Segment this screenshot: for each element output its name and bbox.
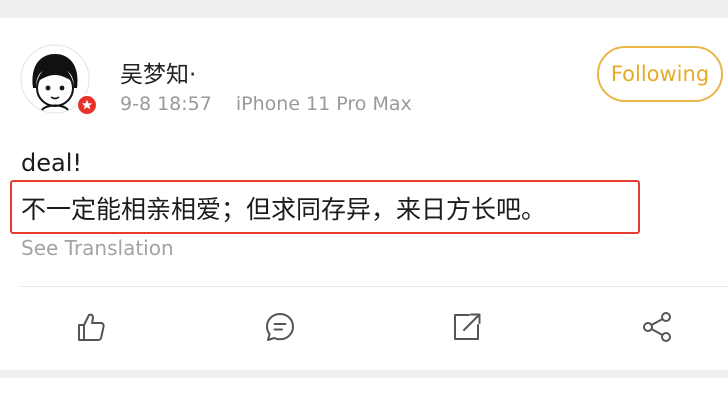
comment-icon[interactable]: [261, 308, 299, 346]
next-post-card: [0, 378, 728, 400]
following-button[interactable]: Following: [597, 46, 723, 102]
divider: [20, 286, 728, 287]
post-text-line2: 不一定能相亲相爱；但求同存异，来日方长吧。: [21, 195, 547, 224]
post-text-line1: deal!: [21, 149, 82, 177]
post-meta: 9-8 18:57 iPhone 11 Pro Max: [120, 93, 412, 115]
post-timestamp: 9-8 18:57: [120, 93, 212, 115]
verified-badge-icon: [76, 94, 98, 116]
see-translation-link[interactable]: See Translation: [21, 236, 174, 260]
like-icon[interactable]: [72, 308, 110, 346]
share-icon[interactable]: [638, 308, 676, 346]
repost-icon[interactable]: [447, 308, 485, 346]
author-name[interactable]: 吴梦知·: [120, 55, 196, 89]
post-device: iPhone 11 Pro Max: [235, 93, 412, 115]
